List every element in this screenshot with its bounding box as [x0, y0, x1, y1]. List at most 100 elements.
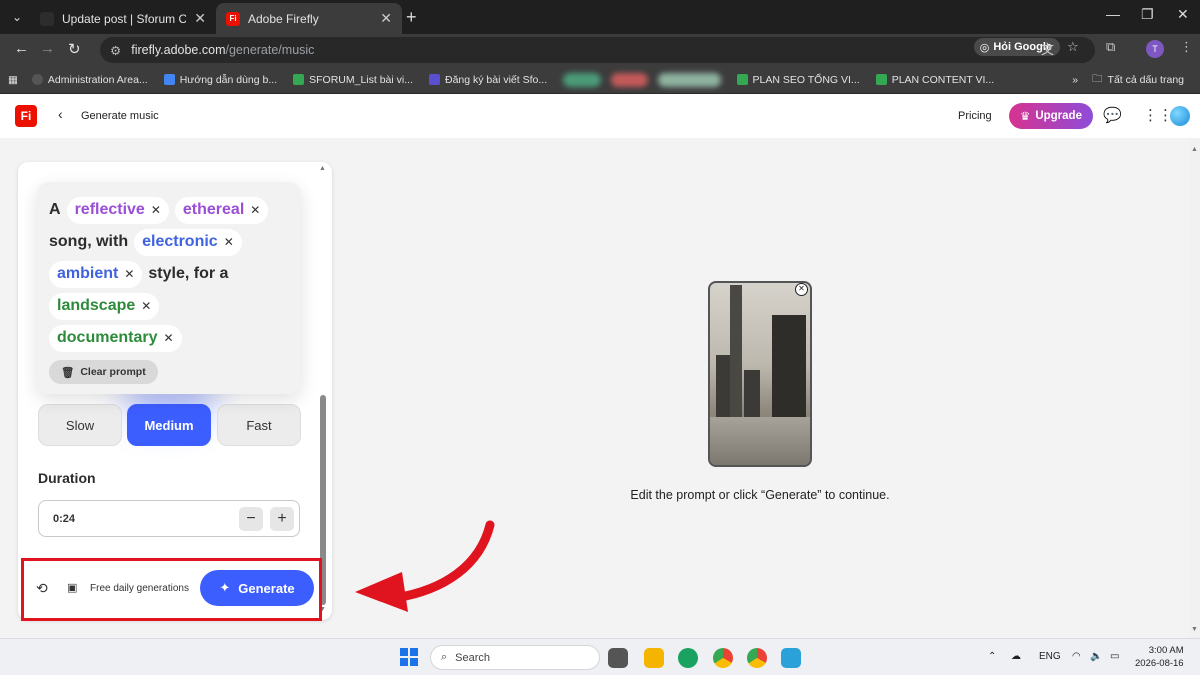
close-tab-icon[interactable]: ✕ — [380, 10, 392, 27]
prompt-text: A — [49, 201, 61, 218]
chrome-icon[interactable] — [747, 648, 767, 668]
profile-avatar[interactable]: T — [1146, 40, 1164, 58]
volume-icon[interactable]: 🔈 — [1090, 651, 1102, 662]
tab-sforum[interactable]: Update post | Sforum CMS ✕ — [30, 3, 216, 34]
chip-label: documentary — [57, 329, 158, 346]
duration-increase-button[interactable]: + — [270, 507, 294, 531]
generate-button[interactable]: ✦ Generate — [200, 570, 314, 606]
chip-label: ethereal — [182, 201, 245, 218]
bookmark-item[interactable]: Hướng dẫn dùng b... — [163, 74, 277, 86]
close-tab-icon[interactable]: ✕ — [194, 10, 206, 27]
prompt-editor[interactable]: A reflective ✕ ethereal ✕ song, with elect… — [37, 182, 301, 394]
page-scrollbar[interactable]: ▲ ▼ — [1189, 138, 1200, 638]
speed-slow-button[interactable]: Slow — [38, 404, 122, 446]
speed-fast-button[interactable]: Fast — [217, 404, 301, 446]
credits-icon: ▣ — [67, 582, 78, 594]
remove-image-icon[interactable]: ✕ — [795, 283, 808, 296]
back-arrow-icon[interactable]: ← — [14, 40, 29, 57]
duration-value[interactable]: 0:24 — [53, 513, 75, 525]
bookmark-star-icon[interactable]: ☆ — [1067, 39, 1079, 55]
prompt-chip-ethereal[interactable]: ethereal ✕ — [174, 196, 269, 224]
system-clock[interactable]: 3:00 AM 2026-08-16 — [1135, 644, 1184, 670]
generate-label: Generate — [238, 580, 295, 596]
windows-taskbar: ⌕ Search ⌃ ☁ ENG ◠ 🔈 ▭ 3:00 AM 2026-08-1… — [0, 638, 1200, 675]
edge-icon[interactable] — [678, 648, 698, 668]
remove-chip-icon[interactable]: ✕ — [141, 299, 151, 313]
translate-icon[interactable]: 文 — [1041, 39, 1054, 58]
prompt-chip-reflective[interactable]: reflective ✕ — [66, 196, 169, 224]
chip-label: reflective — [74, 201, 145, 218]
back-chevron-icon[interactable]: ‹ — [58, 106, 63, 122]
bookmark-item[interactable]: PLAN CONTENT VI... — [875, 74, 994, 86]
firefly-favicon-icon: Fi — [226, 11, 240, 26]
bookmark-item[interactable]: Administration Area... — [31, 73, 148, 86]
apps-grid-icon[interactable]: ▦ — [8, 74, 18, 86]
tray-chevron-icon[interactable]: ⌃ — [988, 651, 996, 662]
bookmark-label: Administration Area... — [47, 73, 148, 86]
reload-icon[interactable]: ↻ — [68, 40, 81, 58]
prompt-chip-electronic[interactable]: electronic ✕ — [134, 228, 242, 256]
taskview-icon[interactable] — [608, 648, 628, 668]
blurred-bookmark[interactable] — [563, 72, 601, 87]
bookmark-item[interactable]: Đăng ký bài viết Sfo... — [428, 74, 547, 86]
wifi-icon[interactable]: ◠ — [1072, 651, 1081, 662]
windows-start-icon[interactable] — [400, 648, 418, 666]
scroll-up-icon[interactable]: ▲ — [1191, 146, 1198, 153]
prompt-chip-ambient[interactable]: ambient ✕ — [49, 260, 143, 288]
remove-chip-icon[interactable]: ✕ — [250, 203, 260, 217]
chrome-icon[interactable] — [713, 648, 733, 668]
tab-adobe-firefly[interactable]: Fi Adobe Firefly ✕ — [216, 3, 402, 34]
forward-arrow-icon[interactable]: → — [40, 40, 55, 57]
remove-chip-icon[interactable]: ✕ — [163, 331, 173, 345]
prompt-chip-landscape[interactable]: landscape ✕ — [49, 292, 160, 320]
remove-chip-icon[interactable]: ✕ — [151, 203, 161, 217]
browser-tab-strip: ⌄ Update post | Sforum CMS ✕ Fi Adobe Fi… — [0, 0, 1200, 34]
taskbar-search[interactable]: ⌕ Search — [430, 645, 600, 670]
restore-icon[interactable]: ❐ — [1141, 6, 1154, 23]
remove-chip-icon[interactable]: ✕ — [124, 267, 134, 281]
menu-kebab-icon[interactable]: ⋮ — [1180, 39, 1193, 55]
chip-label: electronic — [142, 233, 218, 250]
user-avatar[interactable] — [1170, 106, 1190, 126]
sheets-favicon-icon — [875, 74, 887, 85]
bookmarks-bar: ▦ Administration Area... Hướng dẫn dùng … — [0, 66, 1200, 94]
duration-decrease-button[interactable]: − — [239, 507, 263, 531]
building-shape — [716, 355, 730, 425]
blurred-bookmark[interactable] — [658, 72, 721, 87]
pricing-link[interactable]: Pricing — [958, 110, 992, 122]
app-icon[interactable] — [781, 648, 801, 668]
speed-medium-button[interactable]: Medium — [127, 404, 211, 446]
remove-chip-icon[interactable]: ✕ — [224, 235, 234, 249]
clock-date: 2026-08-16 — [1135, 658, 1184, 669]
onedrive-icon[interactable]: ☁ — [1011, 651, 1021, 662]
bookmark-item[interactable]: PLAN SEO TỔNG VI... — [736, 74, 860, 86]
scroll-down-icon[interactable]: ▼ — [1191, 626, 1198, 633]
bookmarks-overflow-icon[interactable]: » — [1072, 74, 1078, 86]
reference-image-thumbnail[interactable] — [708, 281, 812, 467]
address-bar[interactable]: ⚙ firefly.adobe.com/generate/music — [100, 37, 1095, 63]
duration-stepper[interactable]: 0:24 − + — [38, 500, 300, 537]
clear-prompt-button[interactable]: 🗑 Clear prompt — [49, 360, 158, 384]
bookmark-item[interactable]: SFORUM_List bài vi... — [293, 74, 413, 86]
window-close-icon[interactable]: ✕ — [1177, 6, 1189, 23]
all-bookmarks-folder[interactable]: 🗀 Tất cả dấu trang — [1092, 71, 1184, 89]
tab-title: Update post | Sforum CMS — [62, 11, 187, 26]
language-indicator[interactable]: ENG — [1039, 651, 1061, 662]
new-tab-plus-icon[interactable]: + — [406, 6, 417, 28]
tab-search-chevron-icon[interactable]: ⌄ — [6, 6, 28, 28]
site-info-icon[interactable]: ⚙ — [110, 43, 121, 58]
browser-toolbar: ← → ↻ ⚙ firefly.adobe.com/generate/music… — [0, 34, 1200, 66]
battery-icon[interactable]: ▭ — [1110, 651, 1119, 662]
history-icon[interactable]: ⟲ — [36, 580, 48, 597]
upgrade-button[interactable]: ♛ Upgrade — [1009, 103, 1093, 129]
upgrade-label: Upgrade — [1035, 110, 1082, 122]
extensions-icon[interactable]: ⧉ — [1106, 39, 1115, 55]
firefly-logo[interactable]: Fi — [15, 105, 37, 127]
panel-scroll-up-icon[interactable]: ▲ — [319, 165, 326, 172]
file-explorer-icon[interactable] — [644, 648, 664, 668]
feedback-chat-icon[interactable]: 💬 — [1103, 106, 1122, 124]
minimize-icon[interactable]: — — [1106, 6, 1120, 22]
prompt-chip-documentary[interactable]: documentary ✕ — [49, 324, 182, 352]
blurred-bookmark[interactable] — [610, 72, 649, 87]
sparkle-generate-icon: ✦ — [219, 580, 231, 595]
